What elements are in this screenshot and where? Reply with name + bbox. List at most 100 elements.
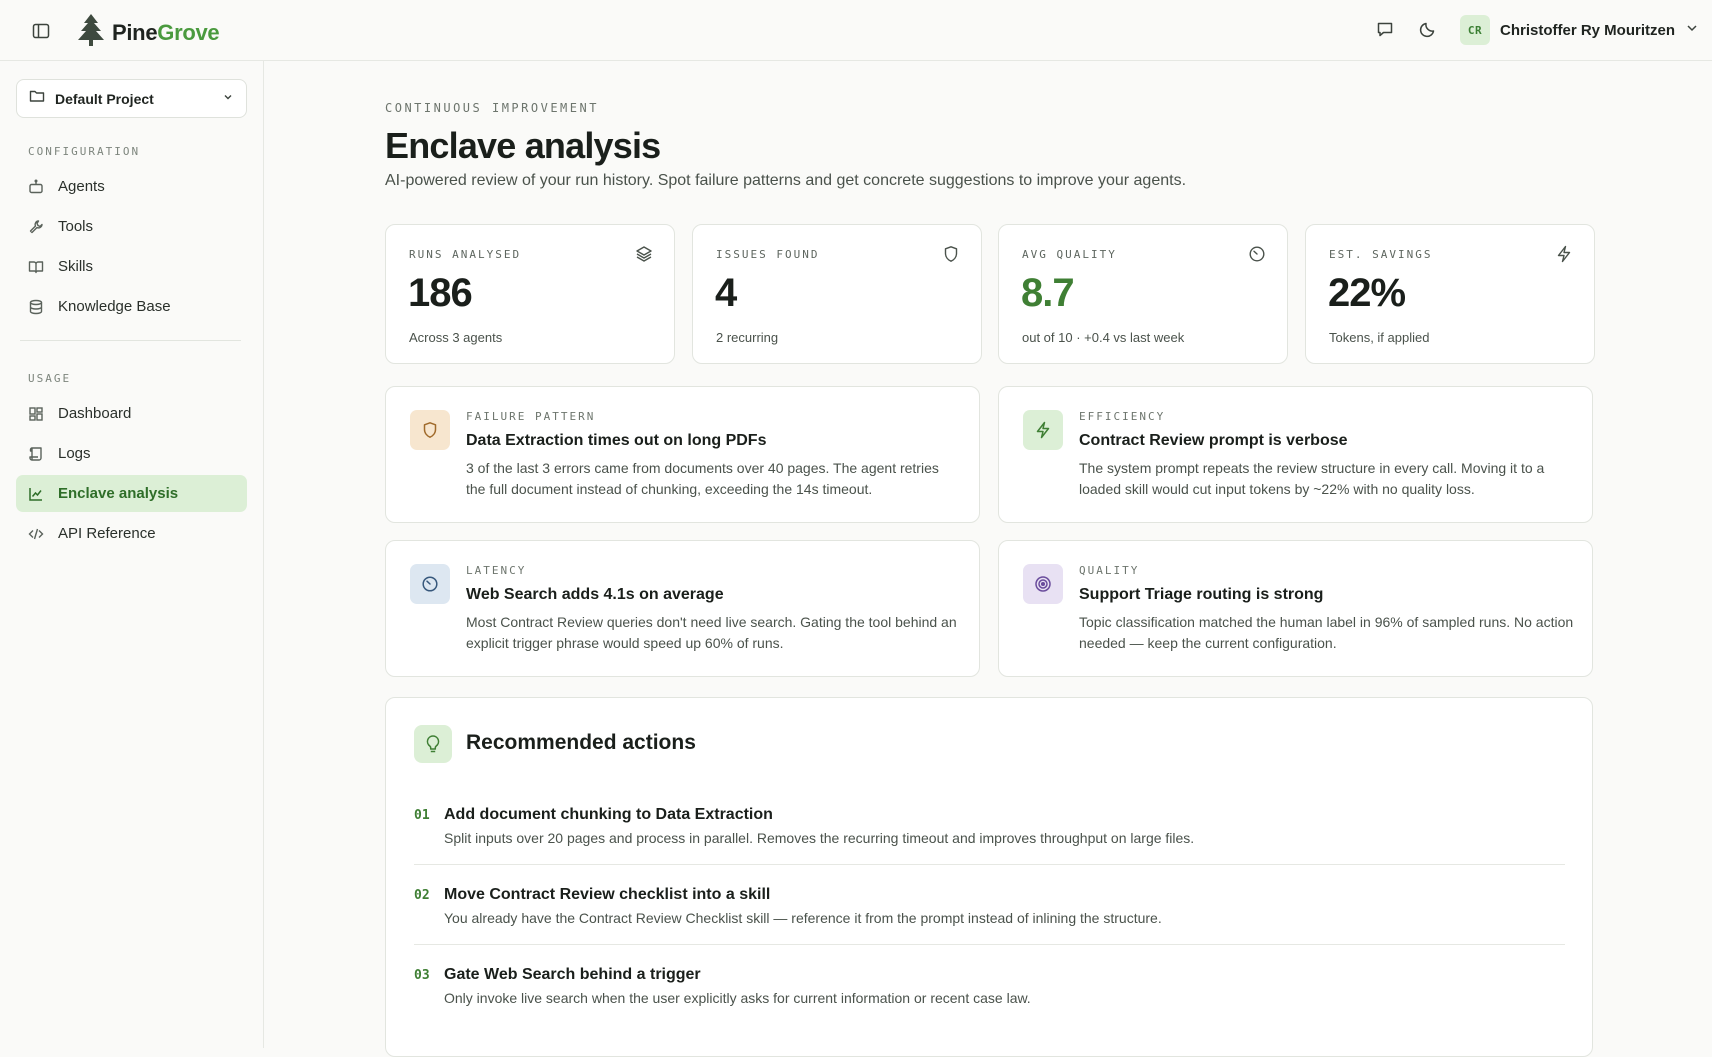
feedback-button[interactable] bbox=[1373, 19, 1397, 43]
section-title-usage: USAGE bbox=[28, 372, 72, 385]
pine-tree-icon bbox=[77, 13, 105, 52]
chevron-down-icon bbox=[222, 90, 234, 108]
sidebar-item-label: Knowledge Base bbox=[58, 298, 171, 315]
brand-logo[interactable]: PineGrove bbox=[77, 13, 220, 52]
insight-title: Contract Review prompt is verbose bbox=[1079, 432, 1348, 449]
stat-card-runs-analysed: RUNS ANALYSED 186 Across 3 agents bbox=[385, 224, 675, 364]
action-title: Gate Web Search behind a trigger bbox=[444, 966, 701, 983]
insight-card-latency[interactable]: LATENCY Web Search adds 4.1s on average … bbox=[385, 540, 980, 677]
action-number: 02 bbox=[414, 888, 430, 903]
insight-body: The system prompt repeats the review str… bbox=[1079, 460, 1545, 497]
sidebar-item-label: Logs bbox=[58, 445, 91, 462]
sidebar-item-dashboard[interactable]: Dashboard bbox=[16, 395, 247, 432]
grid-icon bbox=[28, 406, 44, 422]
avatar: CR bbox=[1460, 15, 1490, 45]
insight-body: Most Contract Review queries don't need … bbox=[466, 614, 957, 651]
action-title: Add document chunking to Data Extraction bbox=[444, 806, 773, 823]
sidebar-item-label: API Reference bbox=[58, 525, 156, 542]
theme-toggle-button[interactable] bbox=[1416, 19, 1440, 43]
insight-body: Topic classification matched the human l… bbox=[1079, 614, 1574, 651]
gauge-icon bbox=[1248, 245, 1266, 263]
actions-title: Recommended actions bbox=[466, 731, 696, 754]
user-name: Christoffer Ry Mouritzen bbox=[1500, 21, 1676, 39]
page-subtitle: AI-powered review of your run history. S… bbox=[385, 172, 1187, 189]
action-description: You already have the Contract Review Che… bbox=[444, 910, 1162, 926]
shield-icon bbox=[410, 410, 450, 450]
sidebar-item-api-reference[interactable]: API Reference bbox=[16, 515, 247, 552]
sidebar-item-label: Agents bbox=[58, 178, 105, 195]
insight-body: 3 of the last 3 errors came from documen… bbox=[466, 460, 939, 497]
database-icon bbox=[28, 299, 44, 315]
stat-caption: Across 3 agents bbox=[409, 330, 503, 345]
action-description: Only invoke live search when the user ex… bbox=[444, 990, 1031, 1006]
sidebar-item-knowledge-base[interactable]: Knowledge Base bbox=[16, 288, 247, 325]
recommended-actions-panel: Recommended actions 01 Add document chun… bbox=[385, 697, 1593, 1057]
sidebar-item-tools[interactable]: Tools bbox=[16, 208, 247, 245]
stat-caption: Tokens, if applied bbox=[1329, 330, 1430, 345]
sidebar-toggle-icon[interactable] bbox=[31, 21, 51, 41]
stat-value: 22% bbox=[1328, 271, 1406, 315]
stat-caption: out of 10 · +0.4 vs last week bbox=[1022, 330, 1185, 345]
action-title: Move Contract Review checklist into a sk… bbox=[444, 886, 771, 903]
sidebar-item-logs[interactable]: Logs bbox=[16, 435, 247, 472]
insight-category: LATENCY bbox=[466, 564, 527, 577]
stat-label: ISSUES FOUND bbox=[716, 248, 820, 261]
chart-line-icon bbox=[28, 486, 44, 502]
chevron-down-icon bbox=[1685, 21, 1699, 40]
top-bar: PineGrove CR Christoffer Ry Mouritzen bbox=[0, 0, 1712, 61]
stat-card-issues-found: ISSUES FOUND 4 2 recurring bbox=[692, 224, 982, 364]
sidebar-item-label: Tools bbox=[58, 218, 94, 235]
user-menu[interactable]: CR Christoffer Ry Mouritzen bbox=[1460, 15, 1699, 45]
page-eyebrow: CONTINUOUS IMPROVEMENT bbox=[385, 101, 599, 115]
sidebar-item-agents[interactable]: Agents bbox=[16, 168, 247, 205]
target-icon bbox=[1023, 564, 1063, 604]
stat-caption: 2 recurring bbox=[716, 330, 779, 345]
insight-category: EFFICIENCY bbox=[1079, 410, 1166, 423]
sidebar: Default Project CONFIGURATION Agents Too… bbox=[0, 61, 264, 1048]
stat-value: 186 bbox=[408, 271, 473, 315]
layers-icon bbox=[635, 245, 653, 263]
stat-value: 8.7 bbox=[1021, 271, 1075, 315]
sidebar-item-label: Dashboard bbox=[58, 405, 132, 422]
scroll-icon bbox=[28, 446, 44, 462]
action-divider bbox=[414, 944, 1565, 945]
brand-name: PineGrove bbox=[112, 19, 220, 45]
insight-title: Web Search adds 4.1s on average bbox=[466, 586, 724, 603]
project-name: Default Project bbox=[55, 90, 154, 107]
sidebar-item-label: Skills bbox=[58, 258, 94, 275]
sidebar-item-skills[interactable]: Skills bbox=[16, 248, 247, 285]
sidebar-item-label: Enclave analysis bbox=[58, 485, 179, 502]
insight-category: FAILURE PATTERN bbox=[466, 410, 596, 423]
stat-card-est-savings: EST. SAVINGS 22% Tokens, if applied bbox=[1305, 224, 1595, 364]
book-icon bbox=[28, 259, 44, 275]
code-icon bbox=[28, 526, 44, 542]
stat-label: EST. SAVINGS bbox=[1329, 248, 1433, 261]
lightning-icon bbox=[1023, 410, 1063, 450]
action-number: 03 bbox=[414, 968, 430, 983]
action-description: Split inputs over 20 pages and process i… bbox=[444, 830, 1195, 846]
insight-card-quality[interactable]: QUALITY Support Triage routing is strong… bbox=[998, 540, 1593, 677]
action-number: 01 bbox=[414, 808, 430, 823]
lightbulb-icon bbox=[414, 725, 452, 763]
insight-title: Data Extraction times out on long PDFs bbox=[466, 432, 767, 449]
shield-icon bbox=[942, 245, 960, 263]
insight-card-failure-pattern[interactable]: FAILURE PATTERN Data Extraction times ou… bbox=[385, 386, 980, 523]
insight-title: Support Triage routing is strong bbox=[1079, 586, 1324, 603]
stat-card-avg-quality: AVG QUALITY 8.7 out of 10 · +0.4 vs last… bbox=[998, 224, 1288, 364]
moon-icon bbox=[1419, 20, 1437, 43]
message-icon bbox=[1376, 20, 1394, 43]
page-title: Enclave analysis bbox=[385, 125, 661, 166]
stat-label: RUNS ANALYSED bbox=[409, 248, 522, 261]
section-title-configuration: CONFIGURATION bbox=[28, 145, 141, 158]
sidebar-divider bbox=[20, 340, 241, 341]
main-content: CONTINUOUS IMPROVEMENT Enclave analysis … bbox=[265, 61, 1712, 1057]
folder-icon bbox=[29, 88, 45, 109]
lightning-icon bbox=[1555, 245, 1573, 263]
stat-value: 4 bbox=[715, 271, 737, 315]
wrench-icon bbox=[28, 219, 44, 235]
sidebar-item-enclave-analysis[interactable]: Enclave analysis bbox=[16, 475, 247, 512]
project-selector[interactable]: Default Project bbox=[16, 79, 247, 118]
insight-category: QUALITY bbox=[1079, 564, 1140, 577]
action-divider bbox=[414, 864, 1565, 865]
insight-card-efficiency[interactable]: EFFICIENCY Contract Review prompt is ver… bbox=[998, 386, 1593, 523]
